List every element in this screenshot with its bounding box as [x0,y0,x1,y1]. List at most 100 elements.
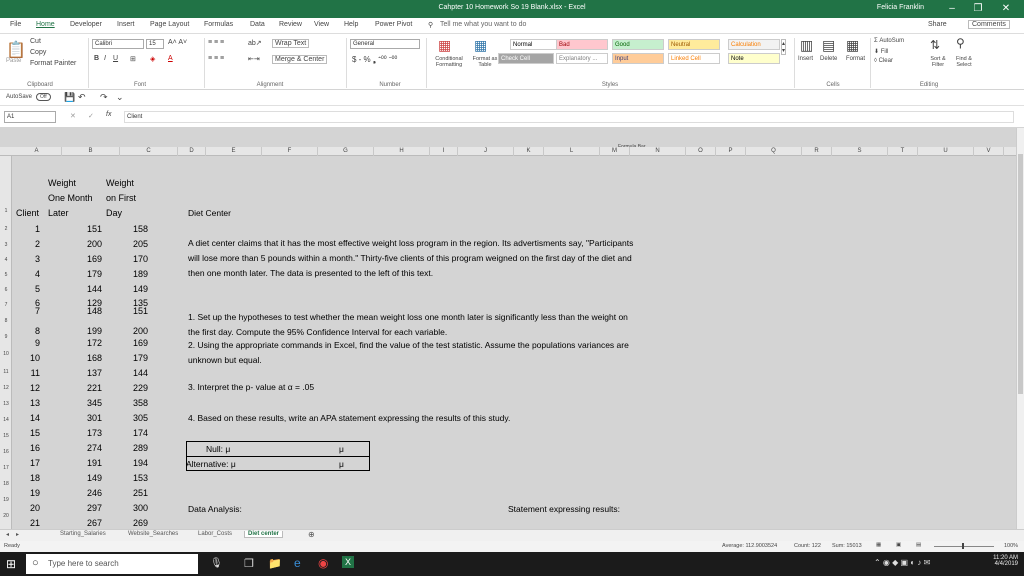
cell-later-18[interactable]: 149 [72,473,102,483]
question-2[interactable]: 2. Using the appropriate commands in Exc… [188,338,638,368]
cell-later-14[interactable]: 301 [72,413,102,423]
fill-button[interactable]: ⬇ Fill [874,48,888,55]
cell-client-14[interactable]: 14 [10,413,40,423]
sheet-tab-website-searches[interactable]: Website_Searches [128,531,178,537]
cell-later-11[interactable]: 137 [72,368,102,378]
copy-button[interactable]: Copy [30,49,46,56]
cell-first-19[interactable]: 251 [118,488,148,498]
cell-client-2[interactable]: 2 [10,239,40,249]
wrap-text-button[interactable]: Wrap Text [272,39,310,48]
cell-first-2[interactable]: 205 [118,239,148,249]
cell-client-17[interactable]: 17 [10,458,40,468]
column-header-p[interactable]: P [716,147,746,156]
column-header-u[interactable]: U [918,147,974,156]
font-name-select[interactable]: Calibri [92,39,144,49]
format-cells-icon[interactable]: ▦ [846,37,859,54]
cell-first-14[interactable]: 305 [118,413,148,423]
comments-button[interactable]: Comments [968,20,1010,29]
cell-client-3[interactable]: 3 [10,254,40,264]
tab-formulas[interactable]: Formulas [204,21,233,28]
problem-description[interactable]: A diet center claims that it has the mos… [188,236,638,281]
font-size-select[interactable]: 15 [146,39,164,49]
cell-style-good[interactable]: Good [612,39,664,50]
insert-button[interactable]: Insert [798,56,813,62]
row-header-1[interactable]: 1 [0,208,12,214]
cell-later-4[interactable]: 179 [72,269,102,279]
cell-client-10[interactable]: 10 [10,353,40,363]
cell-header-c-line1[interactable]: Weight [106,178,134,188]
cell-first-9[interactable]: 169 [118,338,148,348]
data-analysis-label[interactable]: Data Analysis: [188,504,242,514]
vertical-scrollbar[interactable] [1016,128,1024,529]
close-icon[interactable]: ✕ [996,2,1016,16]
diet-center-title[interactable]: Diet Center [188,208,231,218]
redo-icon[interactable]: ↷ [100,92,108,103]
cell-first-11[interactable]: 144 [118,368,148,378]
cell-client-19[interactable]: 19 [10,488,40,498]
indent-icon[interactable]: ⇤⇥ [248,55,260,63]
tab-developer[interactable]: Developer [70,21,102,28]
column-header-f[interactable]: F [262,147,318,156]
styles-scroll-icon[interactable]: ▴ ▾ [781,39,787,55]
font-color-icon[interactable]: A [168,55,173,62]
delete-button[interactable]: Delete [820,56,837,62]
cell-first-4[interactable]: 189 [118,269,148,279]
null-mu[interactable]: μ [339,444,344,454]
cancel-icon[interactable]: ✕ [70,112,76,120]
tab-help[interactable]: Help [344,21,358,28]
cell-client-13[interactable]: 13 [10,398,40,408]
cell-style-explanatory[interactable]: Explanatory ... [556,53,608,64]
cell-later-3[interactable]: 169 [72,254,102,264]
cell-first-12[interactable]: 229 [118,383,148,393]
column-header-c[interactable]: C [120,147,178,156]
currency-icon[interactable]: $ - % ❟ ⁺⁰⁰ ⁻⁰⁰ [352,55,397,65]
cell-style-calculation[interactable]: Calculation [728,39,780,50]
format-painter-button[interactable]: Format Painter [30,60,76,67]
borders-icon[interactable]: ⊞ [130,55,136,63]
find-icon[interactable]: ⚲ [956,36,965,50]
column-header-o[interactable]: O [686,147,716,156]
cell-first-13[interactable]: 358 [118,398,148,408]
cell-later-5[interactable]: 144 [72,284,102,294]
cell-later-12[interactable]: 221 [72,383,102,393]
column-header-w[interactable]: W [1004,147,1016,156]
column-header-b[interactable]: B [62,147,120,156]
customize-qat-icon[interactable]: ⌄ [116,92,124,103]
cell-style-normal[interactable]: Normal [510,39,562,50]
cell-style-check-cell[interactable]: Check Cell [498,53,554,64]
normal-view-icon[interactable]: ▦ [876,542,881,548]
cell-first-17[interactable]: 194 [118,458,148,468]
restore-icon[interactable]: ❐ [968,2,988,16]
cell-first-7[interactable]: 151 [118,306,148,316]
cell-client-4[interactable]: 4 [10,269,40,279]
clock[interactable]: 11:20 AM 4/4/2019 [980,555,1018,567]
column-header-l[interactable]: L [544,147,600,156]
paste-icon[interactable]: 📋 [6,40,26,60]
statement-label[interactable]: Statement expressing results: [508,504,620,514]
null-hypothesis-label[interactable]: Null: μ [206,444,230,454]
worksheet-grid[interactable]: Formula Bar ABCDEFGHIJKLMNOPQRSTUVWXYZAA… [0,128,1016,529]
sheet-tab-diet-center[interactable]: Diet center [244,531,284,538]
cell-first-16[interactable]: 289 [118,443,148,453]
column-header-h[interactable]: H [374,147,430,156]
taskbar-search-box[interactable]: Type here to search [26,554,198,574]
column-header-a[interactable]: A [12,147,62,156]
column-header-m[interactable]: M [600,147,630,156]
cut-button[interactable]: Cut [30,38,41,45]
cell-client-12[interactable]: 12 [10,383,40,393]
merge-center-button[interactable]: Merge & Center [272,55,328,64]
number-format-select[interactable]: General [350,39,420,49]
cell-later-8[interactable]: 199 [72,326,102,336]
tab-nav-prev-icon[interactable]: ◂ [6,531,9,538]
conditional-formatting-button[interactable]: Conditional Formatting [430,56,468,68]
clear-button[interactable]: ◊ Clear [874,58,893,64]
file-explorer-icon[interactable]: 📁 [268,557,282,570]
cell-later-13[interactable]: 345 [72,398,102,408]
name-box[interactable]: A1 [4,111,56,123]
align-left-icon[interactable]: ≡ ≡ ≡ [208,55,224,62]
format-as-table-button[interactable]: Format as Table [468,56,502,68]
cell-style-bad[interactable]: Bad [556,39,608,50]
italic-button[interactable]: I [104,55,106,62]
bold-button[interactable]: B [94,55,99,62]
column-header-k[interactable]: K [514,147,544,156]
